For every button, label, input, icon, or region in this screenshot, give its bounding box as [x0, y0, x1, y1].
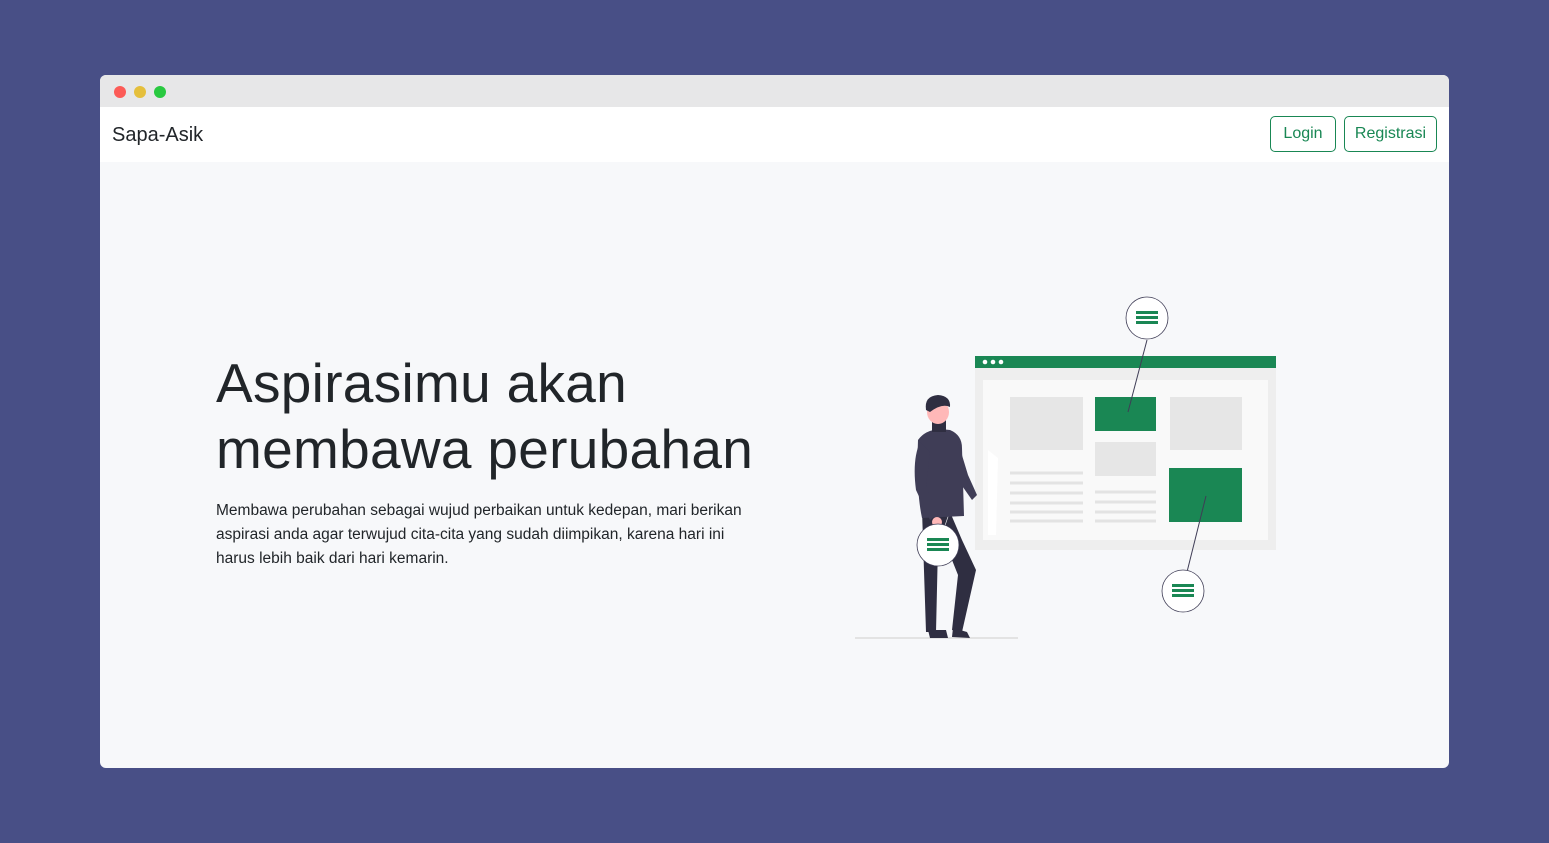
menu-bubble-icon: [916, 523, 960, 567]
menu-bubble-icon: [1161, 569, 1205, 613]
window-titlebar: [100, 75, 1449, 107]
hero-description: Membawa perubahan sebagai wujud perbaika…: [216, 502, 742, 567]
person-figure: [914, 395, 977, 638]
hero-title: Aspirasimu akan membawa perubahan: [216, 352, 754, 480]
maximize-window-button[interactable]: [154, 86, 166, 98]
person-with-webpage-illustration: [855, 296, 1276, 639]
register-button[interactable]: Registrasi: [1344, 116, 1437, 152]
brand-link[interactable]: Sapa-Asik: [112, 124, 203, 147]
browser-window: Sapa-Asik Login Registrasi Aspirasimu ak…: [100, 75, 1449, 768]
minimize-window-button[interactable]: [134, 86, 146, 98]
login-button[interactable]: Login: [1270, 116, 1336, 152]
webpage-mockup: [975, 356, 1276, 550]
menu-bubble-icon: [1125, 296, 1169, 340]
navbar: Sapa-Asik Login Registrasi: [100, 107, 1449, 162]
close-window-button[interactable]: [114, 86, 126, 98]
